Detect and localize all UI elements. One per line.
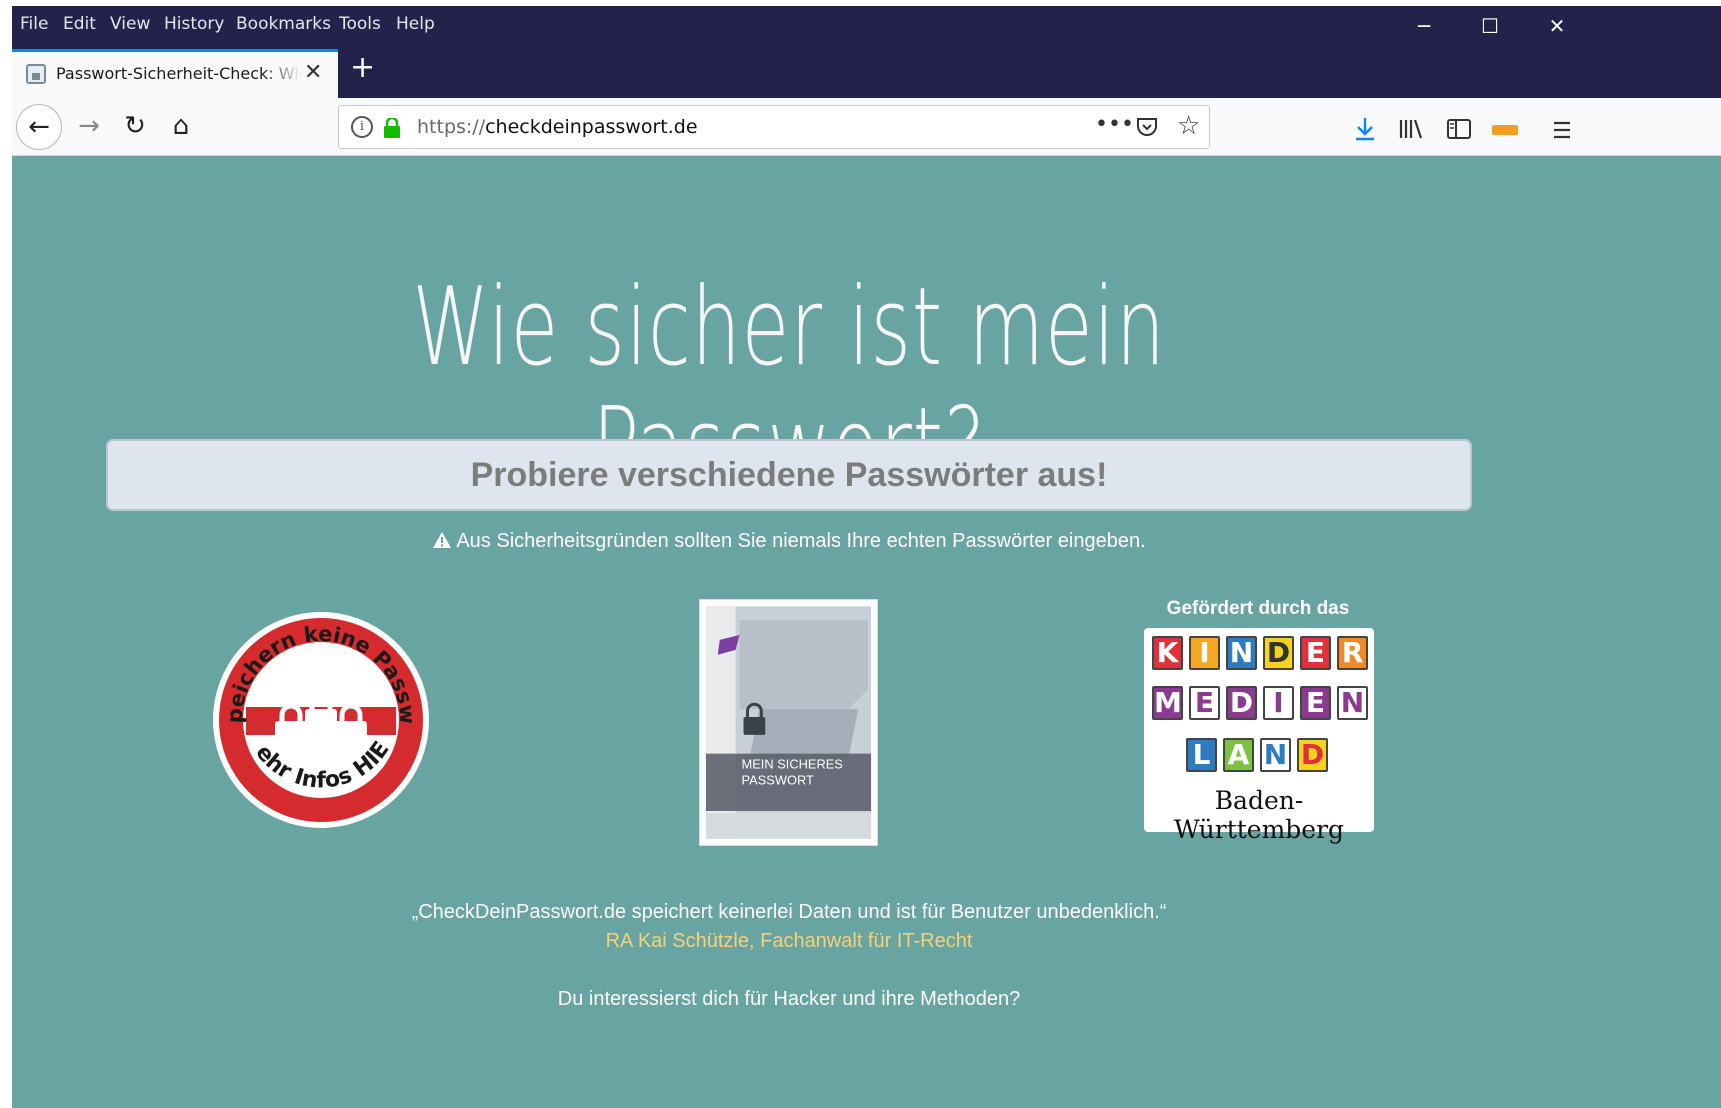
sidebar-icon[interactable] — [1446, 118, 1472, 140]
tab-close-icon[interactable]: ✕ — [304, 60, 322, 85]
page-actions-icon[interactable]: ••• — [1095, 112, 1134, 137]
tab-active[interactable]: Passwort-Sicherheit-Check: Wie sicher is… — [12, 49, 338, 98]
warning-icon — [433, 532, 452, 548]
menu-tools[interactable]: Tools — [339, 14, 381, 34]
downloads-icon[interactable] — [1354, 116, 1376, 142]
menu-file[interactable]: File — [20, 14, 48, 34]
book-title-line2: PASSWORT — [742, 772, 814, 787]
tab-bar: Passwort-Sicherheit-Check: Wie sicher is… — [12, 43, 1721, 98]
library-icon[interactable] — [1398, 118, 1424, 140]
extension-icon[interactable] — [1492, 124, 1518, 136]
sponsor-caption: Gefördert durch das — [1166, 598, 1350, 619]
password-input[interactable] — [106, 439, 1472, 511]
reload-button[interactable]: ↻ — [112, 104, 158, 150]
logo-tile: A — [1223, 738, 1254, 772]
url-text[interactable]: https://checkdeinpasswort.de — [417, 116, 698, 138]
password-book-cover[interactable]: MEIN SICHERES PASSWORT — [699, 599, 878, 846]
menu-bar: File Edit View History Bookmarks Tools H… — [12, 6, 1721, 43]
logo-tile: N — [1260, 738, 1291, 772]
logo-tile: E — [1189, 686, 1220, 720]
sponsor-region: Baden-Württemberg — [1173, 786, 1345, 844]
url-bar[interactable]: i https://checkdeinpasswort.de ••• ☆ — [338, 105, 1210, 149]
logo-tile: L — [1186, 738, 1217, 772]
sponsor-block[interactable]: Gefördert durch das K I N D E R M E D I … — [1142, 598, 1374, 844]
page-content: Wie sicher ist mein Passwort? Aus Sicher… — [12, 156, 1721, 1108]
forward-button[interactable]: → — [66, 104, 112, 150]
maximize-button[interactable]: ☐ — [1475, 14, 1505, 38]
pocket-icon[interactable] — [1135, 116, 1159, 138]
logo-tile: N — [1337, 686, 1368, 720]
logo-tile: I — [1189, 636, 1220, 670]
menu-history[interactable]: History — [164, 14, 224, 34]
home-button[interactable]: ⌂ — [158, 104, 204, 150]
no-storage-badge[interactable]: Wir speichern keine Passwörter Mehr Info… — [212, 611, 430, 829]
logo-tile: E — [1300, 686, 1331, 720]
logo-tile: M — [1152, 686, 1183, 720]
logo-tile: K — [1152, 636, 1183, 670]
url-protocol: https:// — [417, 116, 486, 138]
logo-tile: D — [1297, 738, 1328, 772]
hacker-teaser: Du interessierst dich für Hacker und ihr… — [557, 988, 1021, 1010]
quote-author-link[interactable]: RA Kai Schützle, Fachanwalt für IT-Recht — [12, 930, 1566, 953]
navigation-toolbar: ← → ↻ ⌂ i https://checkdeinpasswort.de •… — [12, 98, 1721, 156]
security-warning: Aus Sicherheitsgründen sollten Sie niema… — [12, 530, 1566, 553]
menu-help[interactable]: Help — [396, 14, 435, 34]
menu-bookmarks[interactable]: Bookmarks — [236, 14, 331, 34]
logo-tile: N — [1226, 636, 1257, 670]
menu-view[interactable]: View — [110, 14, 150, 34]
minimize-button[interactable]: ─ — [1409, 14, 1439, 38]
logo-tile: E — [1300, 636, 1331, 670]
bookmark-star-icon[interactable]: ☆ — [1177, 111, 1200, 141]
window-close-button[interactable]: ✕ — [1542, 14, 1572, 38]
book-title-line1: MEIN SICHERES — [742, 756, 843, 771]
kinder-medien-land-logo: K I N D E R M E D I E N L A N D Baden-Wü… — [1144, 628, 1374, 844]
site-info-icon[interactable]: i — [351, 116, 373, 138]
tab-title-fade — [262, 62, 302, 86]
hamburger-menu-icon[interactable] — [1552, 120, 1572, 140]
logo-tile: I — [1263, 686, 1294, 720]
site-favicon-icon — [26, 64, 46, 84]
browser-window: File Edit View History Bookmarks Tools H… — [12, 6, 1721, 1108]
logo-tile: D — [1263, 636, 1294, 670]
menu-edit[interactable]: Edit — [63, 14, 96, 34]
logo-tile: D — [1226, 686, 1257, 720]
security-warning-text: Aus Sicherheitsgründen sollten Sie niema… — [456, 530, 1146, 552]
logo-tile: R — [1337, 636, 1368, 670]
back-button[interactable]: ← — [16, 104, 62, 150]
secure-lock-icon — [384, 118, 400, 138]
new-tab-button[interactable]: + — [350, 53, 375, 83]
url-host: checkdeinpasswort.de — [485, 116, 698, 138]
legal-quote: „CheckDeinPasswort.de speichert keinerle… — [411, 901, 1167, 923]
